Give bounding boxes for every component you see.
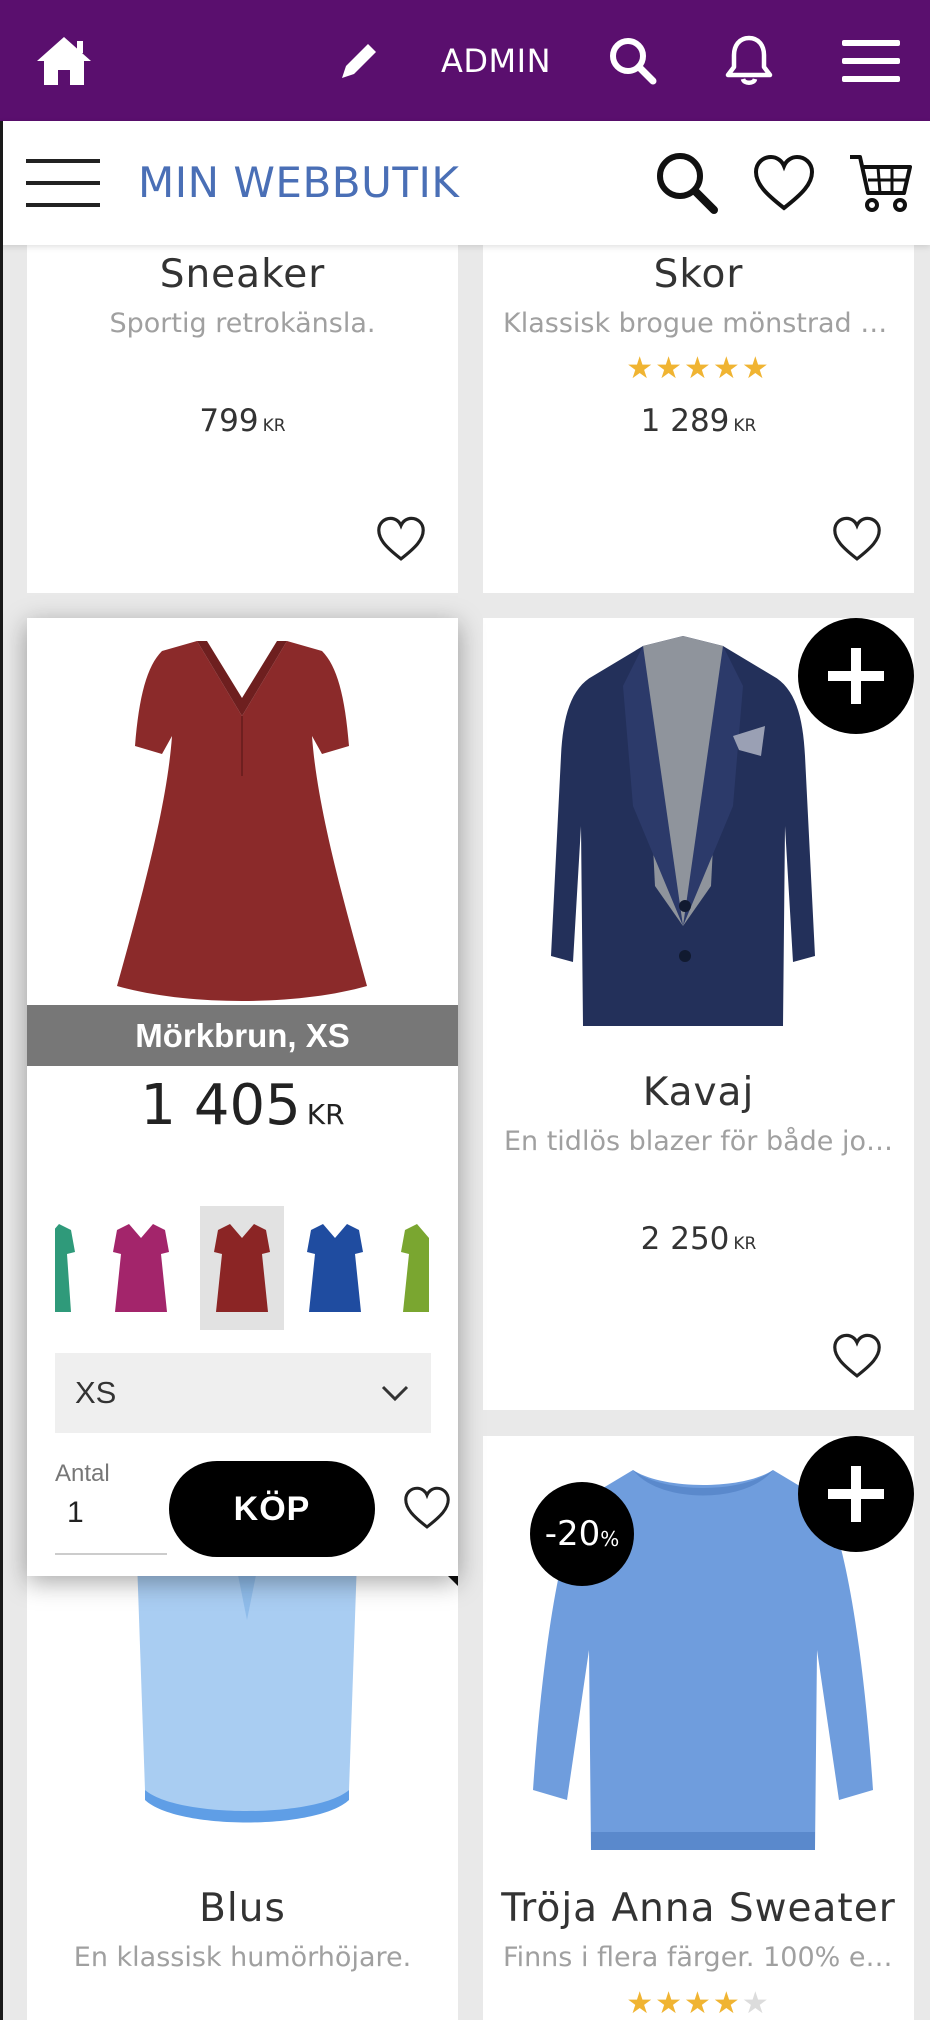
- product-price: 1 405 KR: [140, 1073, 345, 1138]
- product-name[interactable]: Tröja Anna Sweater: [483, 1886, 914, 1931]
- rating-stars: ★★★★★: [626, 352, 771, 385]
- product-name[interactable]: Blus: [27, 1886, 458, 1931]
- product-desc: En klassisk humörhöjare.: [73, 1942, 412, 1973]
- variant-label: Mörkbrun, XS: [27, 1005, 458, 1066]
- product-card-dress-expanded[interactable]: Mörkbrun, XS 1 405 KR XS Antal 1 KÖP: [27, 618, 458, 1576]
- shop-header: MIN WEBBUTIK: [0, 121, 930, 245]
- product-card-sneaker[interactable]: Sneaker Sportig retrokänsla. 799 KR: [27, 245, 458, 593]
- product-card-troja[interactable]: -20% Tröja Anna Sweater Finns i flera fä…: [483, 1436, 914, 2020]
- admin-menu-icon[interactable]: [836, 0, 906, 121]
- color-swatch-lime[interactable]: [387, 1206, 429, 1330]
- heart-icon[interactable]: [827, 1326, 887, 1386]
- admin-search-icon[interactable]: [600, 0, 666, 121]
- color-swatch-blue[interactable]: [293, 1206, 377, 1330]
- product-name[interactable]: Sneaker: [27, 252, 458, 297]
- left-edge: [0, 121, 3, 2020]
- product-image-dress[interactable]: [117, 636, 367, 1006]
- quantity-input[interactable]: 1: [67, 1496, 84, 1530]
- quantity-underline: [55, 1553, 167, 1555]
- shop-title[interactable]: MIN WEBBUTIK: [138, 121, 459, 245]
- buy-button[interactable]: KÖP: [169, 1461, 375, 1557]
- heart-icon[interactable]: [397, 1478, 457, 1538]
- product-price: 2 250 KR: [640, 1221, 757, 1257]
- admin-label: ADMIN: [440, 41, 551, 80]
- admin-bar: ADMIN: [0, 0, 930, 121]
- cart-icon[interactable]: [848, 121, 914, 245]
- product-image-blazer[interactable]: [533, 626, 833, 1046]
- color-swatch-magenta[interactable]: [99, 1206, 183, 1330]
- color-swatches: [55, 1206, 429, 1330]
- heart-icon[interactable]: [371, 509, 431, 569]
- size-select[interactable]: XS: [55, 1353, 431, 1433]
- admin-link[interactable]: ADMIN: [436, 0, 556, 121]
- quick-add-button[interactable]: [798, 618, 914, 734]
- quantity-label: Antal: [55, 1460, 110, 1487]
- heart-icon[interactable]: [827, 509, 887, 569]
- rating-stars: ★★★★★: [626, 1987, 771, 2020]
- hamburger-icon[interactable]: [26, 121, 100, 245]
- discount-badge: -20%: [530, 1482, 634, 1586]
- product-image-blouse[interactable]: [117, 1560, 377, 1830]
- wishlist-icon[interactable]: [752, 121, 816, 245]
- product-desc: Klassisk brogue mönstrad k…: [503, 308, 894, 339]
- product-name[interactable]: Kavaj: [483, 1070, 914, 1115]
- product-card-blus[interactable]: Blus En klassisk humörhöjare.: [27, 1560, 458, 2020]
- search-icon[interactable]: [654, 121, 720, 245]
- product-name[interactable]: Skor: [483, 252, 914, 297]
- product-desc: En tidlös blazer för både jo…: [503, 1126, 894, 1157]
- home-icon[interactable]: [24, 0, 104, 121]
- edit-icon[interactable]: [326, 0, 392, 121]
- product-price: 1 289 KR: [640, 403, 757, 439]
- quick-add-button[interactable]: [798, 1436, 914, 1552]
- product-price: 799 KR: [199, 403, 286, 439]
- color-swatch-green[interactable]: [55, 1206, 89, 1330]
- product-desc: Finns i flera färger. 100% ek…: [503, 1942, 894, 1973]
- product-card-kavaj[interactable]: Kavaj En tidlös blazer för både jo… 2 25…: [483, 618, 914, 1410]
- bell-icon[interactable]: [716, 0, 782, 121]
- size-value: XS: [75, 1375, 117, 1410]
- product-desc: Sportig retrokänsla.: [109, 308, 376, 339]
- chevron-down-icon: [379, 1377, 411, 1417]
- product-card-skor[interactable]: Skor Klassisk brogue mönstrad k… ★★★★★ 1…: [483, 245, 914, 593]
- color-swatch-darkbrown[interactable]: [200, 1206, 284, 1330]
